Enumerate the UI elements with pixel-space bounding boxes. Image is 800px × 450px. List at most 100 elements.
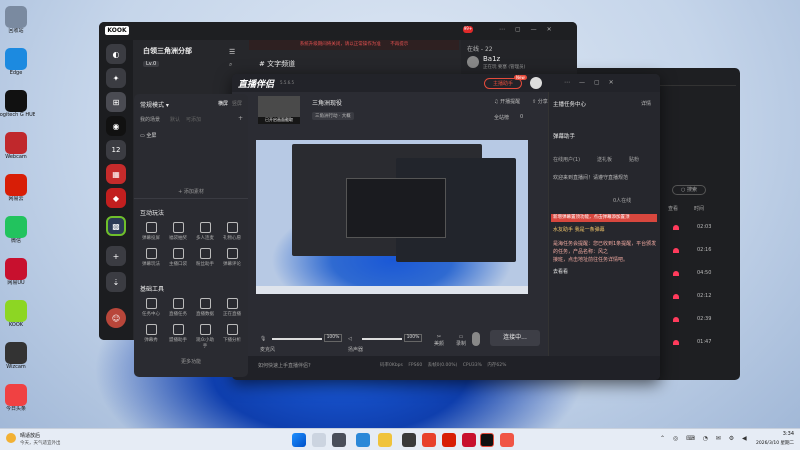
stream-title[interactable]: 三角洲现役 [312, 98, 342, 107]
notice-dismiss[interactable]: 不再提示 [390, 42, 408, 47]
desktop-icon[interactable]: 网易云 [3, 174, 29, 212]
spark-icon[interactable]: ✦ [106, 68, 126, 88]
search-icon[interactable]: ⌕ [229, 61, 232, 69]
netease-icon[interactable] [442, 433, 456, 447]
desktop-icon[interactable]: Edge [3, 48, 29, 86]
tool-button[interactable]: 弹幕玩法 [140, 248, 162, 267]
avatar[interactable]: ☺ [106, 308, 126, 328]
start-live-button[interactable]: 连接中... [490, 330, 540, 346]
mic-toggle-icon[interactable] [472, 332, 480, 346]
member-avatar[interactable] [467, 56, 479, 68]
uu-icon[interactable] [462, 433, 476, 447]
landscape-toggle[interactable]: 横屏 [218, 100, 228, 107]
task-center-title[interactable]: 主播任务中心 [553, 100, 586, 108]
stream-category[interactable]: 三角洲行动 · 大概 [312, 112, 354, 120]
tool-icon [145, 222, 157, 233]
beauty-label: 美颜 [433, 341, 444, 347]
discover-icon[interactable]: ⇣ [106, 272, 126, 292]
tool-button[interactable]: 弹幕投屏 [140, 222, 162, 241]
weather-icon[interactable] [6, 433, 16, 443]
tool-button[interactable]: 福袋抽奖 [167, 222, 189, 241]
row-time: 02:16 [697, 247, 712, 253]
beauty-button[interactable]: ✂ 美颜 [432, 334, 446, 347]
tool-button[interactable]: 粉丝助手 [194, 248, 216, 267]
mode-selector[interactable]: 常规模式 ▾ [140, 100, 169, 109]
wps-icon[interactable] [422, 433, 436, 447]
search-icon[interactable] [312, 433, 326, 447]
server-icon[interactable]: ⊞ [106, 92, 126, 112]
desktop-icon[interactable]: Logitech G HUB [0, 90, 35, 128]
speaker-slider[interactable] [362, 338, 402, 340]
toutiao-icon[interactable] [500, 433, 514, 447]
portrait-toggle[interactable]: 竖屏 [232, 100, 242, 107]
tab-online[interactable]: 在线用户(1) [553, 156, 580, 163]
speaker-icon[interactable]: ◁ [348, 336, 352, 342]
tab-fans[interactable]: 贴粉 [629, 156, 639, 163]
member-name[interactable]: Ba1z [483, 55, 500, 63]
share-button[interactable]: ⇪ 分享 [532, 98, 548, 105]
tool-button[interactable]: 礼物心愿 [221, 222, 243, 241]
scene-item[interactable]: ▭ 全屏 [140, 132, 156, 139]
clock-date[interactable]: 2026/3/10 星期二 [730, 440, 794, 446]
tool-button[interactable]: 弹幕评论 [221, 248, 243, 267]
server-number[interactable]: 12 [106, 140, 126, 160]
rank-button[interactable]: 全站榜 [494, 114, 509, 121]
menu-icon[interactable]: ☰ [229, 48, 235, 56]
add-server-icon[interactable]: + [106, 246, 126, 266]
window-controls[interactable]: ⋯▢—✕ [499, 26, 562, 33]
desktop-icon[interactable]: Wizcam [3, 342, 29, 380]
window-controls[interactable]: ⋯—▢✕ [564, 79, 623, 86]
go-see-button[interactable]: 去看看 [553, 268, 568, 275]
desktop-icon[interactable]: 网易UU [3, 258, 29, 296]
tool-button[interactable]: 弹幕秀 [140, 324, 162, 343]
tool-button[interactable]: 观众小助手 [194, 324, 216, 349]
server-icon-5[interactable]: ▩ [106, 216, 126, 236]
speaker-volume[interactable]: 100% [404, 334, 422, 342]
chat-icon[interactable]: ◐ [106, 44, 126, 64]
mic-icon[interactable]: 🎙 [260, 336, 266, 342]
tool-button[interactable]: 直播任务 [167, 298, 189, 317]
tool-button[interactable]: 主播口袋 [167, 248, 189, 267]
desktop-icon[interactable]: 微信 [3, 216, 29, 254]
desktop-icon[interactable]: Webcam [3, 132, 29, 170]
tab-danmu[interactable]: 弹幕助手 [553, 132, 575, 140]
add-scene-icon[interactable]: + [238, 115, 243, 122]
server-icon-2[interactable]: ◉ [106, 116, 126, 136]
desktop-icon[interactable]: 今日头条 [3, 384, 29, 422]
live-app-icon[interactable] [480, 433, 494, 447]
mic-slider[interactable] [272, 338, 322, 340]
mic-volume[interactable]: 100% [324, 334, 342, 342]
tool-button[interactable]: 任务中心 [140, 298, 162, 317]
tool-icon [226, 324, 238, 335]
tab-gift[interactable]: 送礼板 [597, 156, 612, 163]
help-link[interactable]: 如何快速上手直播伴侣? [258, 362, 311, 369]
explorer-icon[interactable] [378, 433, 392, 447]
tool-button[interactable]: 正在直播 [221, 298, 243, 317]
desktop-icon[interactable]: 回收站 [3, 6, 29, 44]
more-features-button[interactable]: 更多功能 [134, 358, 248, 365]
tool-button[interactable]: 下播分析 [221, 324, 243, 343]
pinned-notice[interactable]: 新增弹幕置顶功能，点击弹幕添加置顶 [551, 214, 657, 222]
tool-button[interactable]: 直播数据 [194, 298, 216, 317]
edge-icon[interactable] [356, 433, 370, 447]
reminder-button[interactable]: ♫ 开播提醒 [494, 98, 520, 105]
user-avatar[interactable] [530, 77, 542, 89]
server-icon-3[interactable]: ▦ [106, 164, 126, 184]
weather-title[interactable]: 晴适放后 [20, 432, 40, 439]
tool-button[interactable]: 多人连麦 [194, 222, 216, 241]
stream-preview[interactable] [256, 140, 528, 294]
start-icon[interactable] [292, 433, 306, 447]
stream-thumbnail[interactable]: 已开启画面截取 [258, 96, 300, 124]
app-icon-1[interactable] [402, 433, 416, 447]
add-material-button[interactable]: + 添加素材 [134, 188, 248, 195]
server-icon-4[interactable]: ◆ [106, 188, 126, 208]
scene-tab-default[interactable]: 默认 [170, 116, 180, 123]
clock-time[interactable]: 3:34 [748, 431, 794, 437]
taskview-icon[interactable] [332, 433, 346, 447]
scene-tab-add[interactable]: 可添加 [186, 116, 201, 123]
record-button[interactable]: ▭ 录制 [454, 334, 468, 347]
desktop-icon[interactable]: KOOK [3, 300, 29, 338]
tool-button[interactable]: 盟播助手 [167, 324, 189, 343]
detail-link[interactable]: 详情 [641, 100, 651, 107]
search-button[interactable]: ○ 搜索 [672, 185, 706, 195]
